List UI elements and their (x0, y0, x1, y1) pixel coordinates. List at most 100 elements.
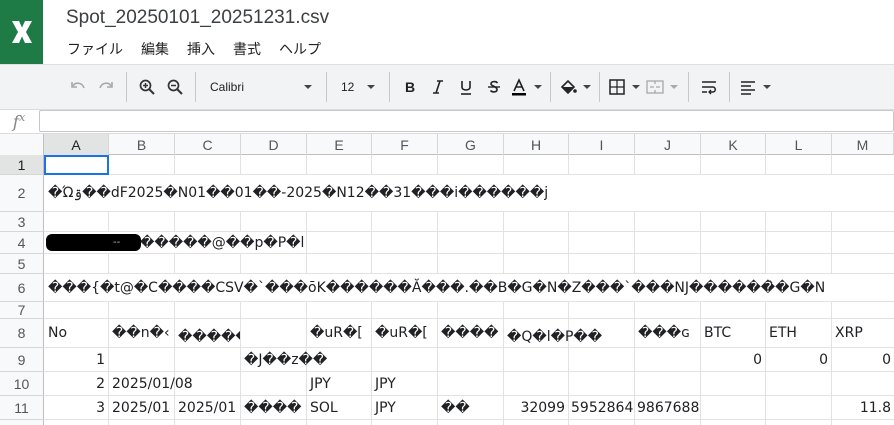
cell-a4[interactable]: �����@��p�P�l (137, 232, 307, 253)
cell-j8[interactable]: ���ɢ (635, 319, 700, 347)
cell-e10[interactable]: JPY (307, 372, 334, 395)
cell-a10[interactable]: 2 (44, 372, 108, 395)
row-header-2[interactable]: 2 (0, 175, 44, 212)
row-header-4[interactable]: 4 (0, 232, 44, 254)
column-header-c[interactable]: C (175, 134, 241, 155)
font-name-select[interactable]: Calibri (202, 73, 320, 101)
cell-g11[interactable]: �� (438, 396, 473, 419)
menu-edit[interactable]: 編集 (132, 39, 178, 59)
cell-h11[interactable]: 32099 (503, 396, 568, 419)
font-size-select[interactable]: 12 (333, 73, 383, 101)
cell-c8[interactable]: ������ (175, 323, 240, 351)
select-all-corner[interactable] (0, 134, 44, 155)
fill-color-icon[interactable] (557, 73, 593, 101)
row-header-9[interactable]: 9 (0, 348, 44, 372)
chevron-down-icon (670, 85, 678, 89)
cell-d11[interactable]: ���� (241, 396, 306, 419)
underline-icon[interactable] (452, 73, 480, 101)
cell-d9[interactable]: �J��z�� (241, 348, 330, 371)
gridline (44, 253, 894, 254)
column-header-j[interactable]: J (635, 134, 701, 155)
cell-e8[interactable]: �uR�[ (307, 319, 371, 347)
cell-a9[interactable]: 1 (44, 348, 108, 371)
cell-k9[interactable]: 0 (700, 348, 765, 371)
borders-icon[interactable] (606, 73, 642, 101)
cell-k8[interactable]: BTC (701, 319, 734, 347)
gridline (503, 155, 504, 175)
row-header-11[interactable]: 11 (0, 396, 44, 420)
chevron-down-icon (534, 85, 542, 89)
row-header-10[interactable]: 10 (0, 372, 44, 396)
cell-g8[interactable]: ���� (438, 319, 503, 347)
column-header-f[interactable]: F (372, 134, 438, 155)
zoom-in-icon[interactable] (133, 73, 161, 101)
row-header-3[interactable]: 3 (0, 212, 44, 232)
cell-a8[interactable]: No (45, 319, 70, 347)
active-cell-a1[interactable] (44, 155, 109, 175)
wrap-text-icon[interactable] (695, 73, 723, 101)
column-header-l[interactable]: L (766, 134, 832, 155)
column-header-a[interactable]: A (44, 134, 109, 155)
gridline (240, 211, 241, 232)
cell-i11[interactable]: 5952864 (568, 396, 634, 419)
cell-a6[interactable]: ���{�t@�C����CSV�`���ōK������Ă���.��B�G�… (45, 274, 894, 301)
cell-b8[interactable]: ��n�‹ (109, 319, 174, 347)
excel-logo-icon[interactable] (0, 0, 43, 64)
italic-icon[interactable] (424, 73, 452, 101)
zoom-out-icon[interactable] (161, 73, 189, 101)
cell-l8[interactable]: ETH (766, 319, 800, 347)
cell-j11[interactable]: 9867688 (634, 396, 700, 419)
menu-file[interactable]: ファイル (58, 39, 132, 59)
row-header-8[interactable]: 8 (0, 319, 44, 348)
column-header-b[interactable]: B (109, 134, 175, 155)
cell-f11[interactable]: JPY (372, 396, 399, 419)
cell-a11[interactable]: 3 (44, 396, 108, 419)
toolbar-separator (326, 72, 327, 102)
cell-m8[interactable]: XRP (832, 319, 866, 347)
column-header-e[interactable]: E (307, 134, 372, 155)
cell-b11[interactable]: 2025/01 (109, 396, 174, 419)
cell-f10[interactable]: JPY (372, 372, 399, 395)
gridline (503, 211, 504, 274)
toolbar-separator (599, 72, 600, 102)
bold-icon[interactable]: B (396, 73, 424, 101)
menu-format[interactable]: 書式 (224, 39, 270, 59)
merge-cells-icon[interactable] (642, 73, 682, 101)
column-header-m[interactable]: M (832, 134, 894, 155)
formula-input[interactable] (39, 110, 894, 132)
cell-h8[interactable]: �Q�l�P�� (504, 323, 605, 351)
cell-a2[interactable]: �Ώۊ��dF2025�N01��01��-2025�N12��31���i��… (45, 175, 551, 211)
cell-b10[interactable]: 2025/01/08 (109, 372, 196, 395)
row-header-5[interactable]: 5 (0, 254, 44, 274)
row-header-12[interactable]: 12 (0, 420, 44, 425)
menu-bar: ファイル 編集 挿入 書式 ヘルプ (58, 38, 330, 60)
row-header-1[interactable]: 1 (0, 155, 44, 175)
cell-m9[interactable]: 0 (831, 348, 894, 371)
strikethrough-icon[interactable] (480, 73, 508, 101)
column-header-g[interactable]: G (438, 134, 504, 155)
column-header-row: A B C D E F G H I J K L M (0, 134, 894, 155)
column-header-h[interactable]: H (504, 134, 569, 155)
document-title[interactable]: Spot_20250101_20251231.csv (66, 7, 329, 29)
gridline (831, 155, 832, 175)
menu-help[interactable]: ヘルプ (270, 39, 330, 59)
cell-c11[interactable]: 2025/01 (175, 396, 240, 419)
font-size-value: 12 (341, 80, 355, 94)
column-header-k[interactable]: K (701, 134, 766, 155)
cell-m11[interactable]: 11.8 (831, 396, 894, 419)
menu-insert[interactable]: 挿入 (178, 39, 224, 59)
align-icon[interactable] (736, 73, 774, 101)
gridline (634, 211, 635, 274)
redo-icon[interactable] (92, 73, 120, 101)
column-header-i[interactable]: I (569, 134, 635, 155)
row-header-7[interactable]: 7 (0, 302, 44, 319)
column-header-d[interactable]: D (241, 134, 307, 155)
row-header-6[interactable]: 6 (0, 274, 44, 302)
cell-e11[interactable]: SOL (307, 396, 341, 419)
undo-icon[interactable] (64, 73, 92, 101)
cell-l9[interactable]: 0 (765, 348, 831, 371)
gridline (700, 155, 701, 175)
font-color-icon[interactable] (508, 73, 544, 101)
cell-f8[interactable]: �uR�[ (372, 319, 437, 347)
gridline (634, 155, 635, 175)
